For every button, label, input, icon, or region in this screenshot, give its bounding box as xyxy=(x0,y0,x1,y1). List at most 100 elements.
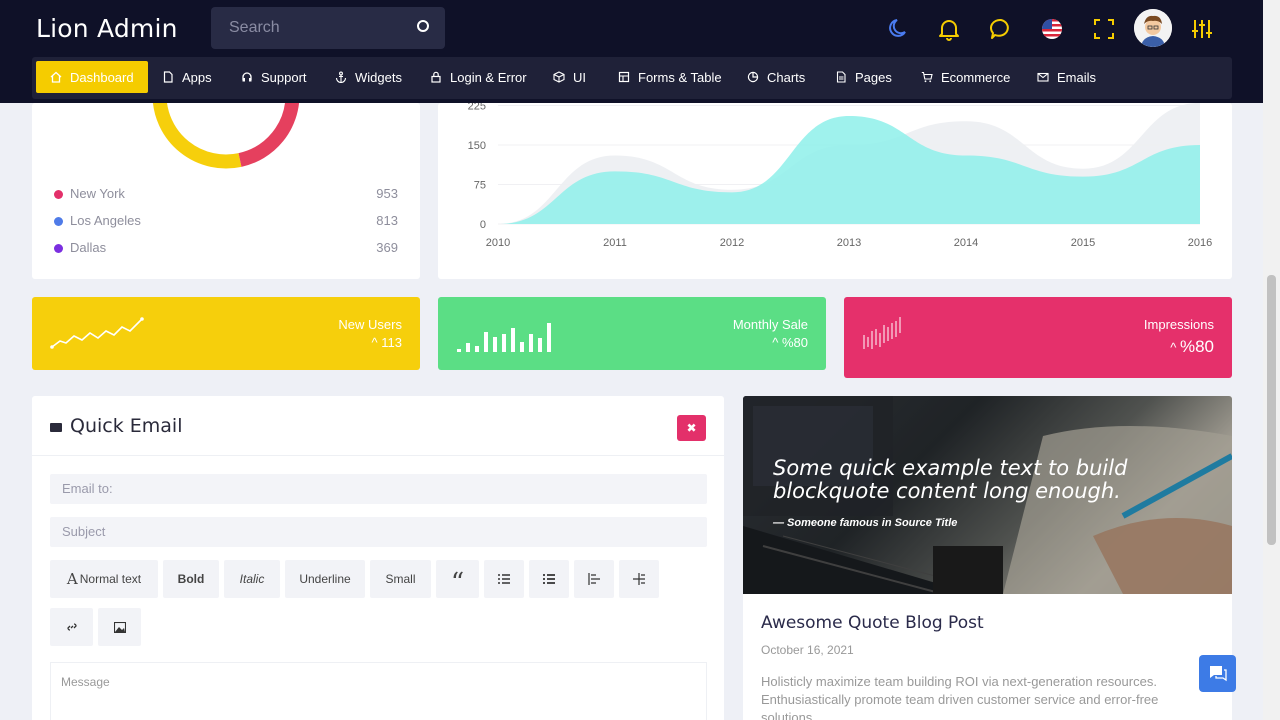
ordered-list-icon xyxy=(543,574,555,584)
us-flag-icon[interactable] xyxy=(1040,17,1064,41)
legend-row-new-york: New York 953 xyxy=(54,185,398,205)
x-tick-label: 2013 xyxy=(837,237,861,249)
table-icon xyxy=(618,71,630,83)
app-logo[interactable]: Lion Admin xyxy=(36,14,178,43)
blog-card-body: Awesome Quote Blog Post October 16, 2021… xyxy=(743,594,1232,720)
tile-value: ^ %80 xyxy=(1170,337,1214,357)
nav-item-support[interactable]: Support xyxy=(241,61,307,93)
blockquote-source: — Someone famous in Source Title xyxy=(773,517,958,529)
nav-label: UI xyxy=(573,69,586,85)
sparkline-line xyxy=(50,317,144,349)
legend-value: 369 xyxy=(376,240,398,255)
nav-item-pages[interactable]: Pages xyxy=(835,61,892,93)
anchor-icon xyxy=(335,71,347,83)
scroll-thumb[interactable] xyxy=(1267,275,1276,545)
link-icon xyxy=(66,623,77,631)
subject-field[interactable]: Subject xyxy=(50,517,707,547)
legend-dot xyxy=(54,190,63,199)
nav-item-login-error[interactable]: Login & Error xyxy=(430,61,527,93)
nav-item-ui[interactable]: UI xyxy=(553,61,586,93)
nav-label: Login & Error xyxy=(450,69,527,85)
tile-title: New Users xyxy=(338,317,402,332)
message-field[interactable]: Message xyxy=(50,662,707,720)
search-input[interactable]: Search xyxy=(229,19,280,37)
tile-title: Monthly Sale xyxy=(732,317,808,332)
unordered-list-button[interactable] xyxy=(484,560,524,598)
nav-label: Apps xyxy=(182,69,212,85)
tile-value: ^ %80 xyxy=(772,335,808,350)
pie-icon xyxy=(747,71,759,83)
outdent-icon xyxy=(588,573,600,585)
avatar[interactable] xyxy=(1134,9,1172,47)
legend-row-dallas: Dallas 369 xyxy=(54,239,398,259)
main-nav: Dashboard Apps Support Widgets Login & E… xyxy=(32,57,1232,99)
ordered-list-button[interactable] xyxy=(529,560,569,598)
tile-impressions: Impressions ^ %80 xyxy=(844,297,1232,378)
area-chart-card: 0 75 150 225 2010 2011 2012 2013 2014 2015 2016 xyxy=(438,103,1232,279)
underline-button[interactable]: Underline xyxy=(285,560,365,598)
page-icon xyxy=(836,71,846,83)
nav-label: Ecommerce xyxy=(941,69,1011,85)
donut-chart xyxy=(152,103,300,169)
chat-bubble-icon xyxy=(1210,666,1227,682)
legend-value: 813 xyxy=(376,213,398,228)
arrow-up-icon: ^ xyxy=(371,335,382,350)
arrow-up-icon: ^ xyxy=(1170,340,1180,355)
bell-icon[interactable] xyxy=(937,17,961,41)
tile-value-text: %80 xyxy=(1179,337,1214,356)
nav-item-forms-table[interactable]: Forms & Table xyxy=(618,61,722,93)
donut-segment-red xyxy=(238,103,300,167)
x-tick-label: 2015 xyxy=(1071,237,1095,249)
moon-icon[interactable] xyxy=(886,17,910,41)
normal-text-button[interactable]: A Normal text xyxy=(50,560,158,598)
bold-button[interactable]: Bold xyxy=(163,560,219,598)
nav-label: Support xyxy=(261,69,307,85)
legend-label: New York xyxy=(70,186,125,201)
small-button[interactable]: Small xyxy=(370,560,431,598)
envelope-icon xyxy=(50,423,62,432)
nav-item-widgets[interactable]: Widgets xyxy=(335,61,402,93)
list-icon xyxy=(498,574,510,584)
search-box[interactable]: Search xyxy=(211,7,445,49)
x-tick-label: 2010 xyxy=(486,237,510,249)
indent-icon xyxy=(633,573,645,585)
email-to-field[interactable]: Email to: xyxy=(50,474,707,504)
chat-icon[interactable] xyxy=(989,17,1013,41)
fullscreen-icon[interactable] xyxy=(1092,17,1116,41)
nav-item-charts[interactable]: Charts xyxy=(747,61,805,93)
italic-button[interactable]: Italic xyxy=(224,560,280,598)
file-icon xyxy=(163,71,173,83)
donut-segment-yellow xyxy=(152,103,242,169)
quick-email-title: Quick Email xyxy=(70,415,183,437)
scrollbar[interactable] xyxy=(1263,0,1280,720)
blog-title[interactable]: Awesome Quote Blog Post xyxy=(761,613,984,633)
button-label: Normal text xyxy=(79,572,142,586)
legend-dot xyxy=(54,244,63,253)
tile-new-users: New Users ^ 113 xyxy=(32,297,420,370)
blog-date: October 16, 2021 xyxy=(761,643,854,657)
search-icon[interactable] xyxy=(417,20,429,32)
mail-icon xyxy=(1037,72,1049,82)
nav-item-dashboard[interactable]: Dashboard xyxy=(36,61,148,93)
nav-label: Emails xyxy=(1057,69,1097,85)
y-tick-label: 75 xyxy=(474,180,486,192)
font-icon: A xyxy=(66,570,78,588)
x-tick-label: 2011 xyxy=(603,237,627,249)
x-tick-label: 2016 xyxy=(1188,237,1212,249)
link-button[interactable] xyxy=(50,608,93,646)
outdent-button[interactable] xyxy=(574,560,614,598)
nav-item-ecommerce[interactable]: Ecommerce xyxy=(921,61,1010,93)
chat-widget-button[interactable] xyxy=(1199,655,1236,692)
indent-button[interactable] xyxy=(619,560,659,598)
image-button[interactable] xyxy=(98,608,141,646)
y-tick-label: 0 xyxy=(480,219,486,231)
settings-sliders-icon[interactable] xyxy=(1190,17,1214,41)
nav-item-emails[interactable]: Emails xyxy=(1037,61,1096,93)
nav-item-apps[interactable]: Apps xyxy=(162,61,212,93)
close-button[interactable]: ✖ xyxy=(677,415,706,441)
nav-label: Charts xyxy=(767,69,806,85)
x-tick-label: 2012 xyxy=(720,237,744,249)
divider xyxy=(32,455,724,456)
blockquote-button[interactable]: “ xyxy=(436,560,479,598)
tile-monthly-sale: Monthly Sale ^ %80 xyxy=(438,297,826,370)
